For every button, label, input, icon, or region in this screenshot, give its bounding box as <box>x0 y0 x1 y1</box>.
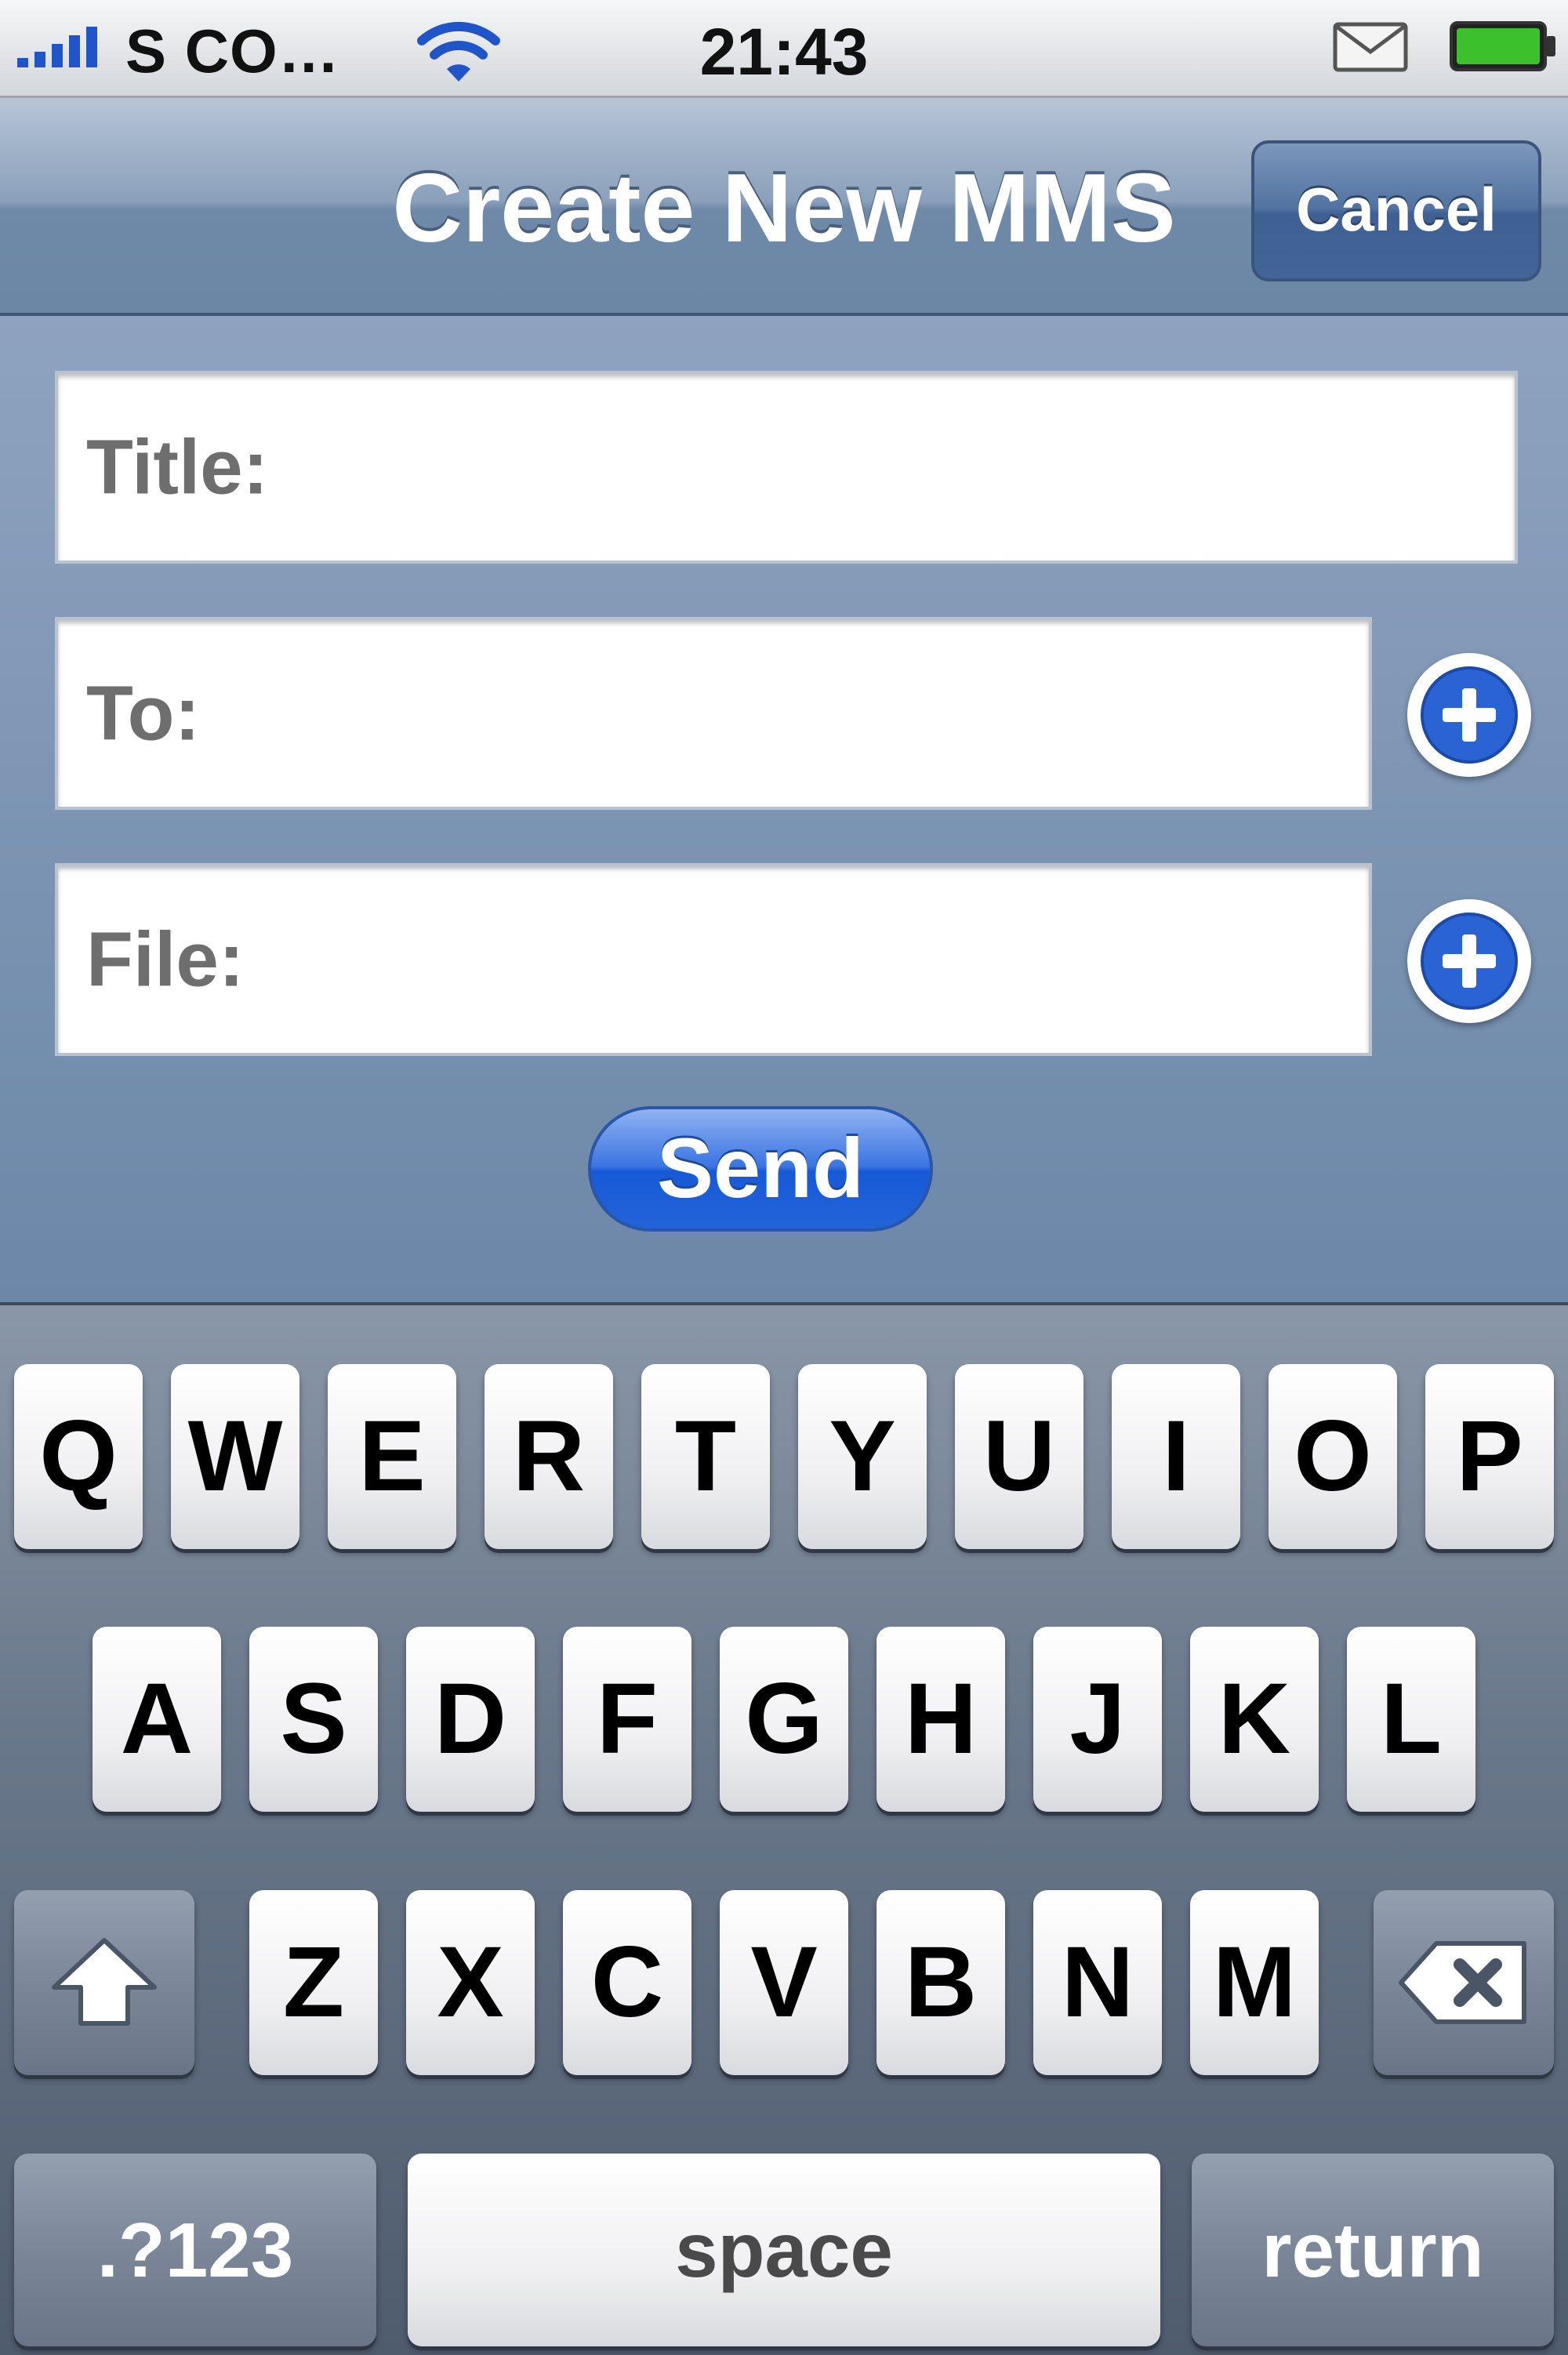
to-field[interactable]: To: <box>55 617 1372 810</box>
key-y[interactable]: Y <box>798 1364 927 1549</box>
compose-form: Title: To: File: Send <box>0 316 1568 1302</box>
key-b[interactable]: B <box>877 1890 1005 2075</box>
key-p[interactable]: P <box>1425 1364 1554 1549</box>
key-x[interactable]: X <box>406 1890 535 2075</box>
key-l[interactable]: L <box>1347 1627 1475 1812</box>
key-a[interactable]: A <box>93 1627 221 1812</box>
backspace-key[interactable] <box>1374 1890 1554 2075</box>
file-field[interactable]: File: <box>55 863 1372 1056</box>
return-key[interactable]: return <box>1192 2154 1554 2346</box>
numbers-key[interactable]: .?123 <box>14 2154 376 2346</box>
key-e[interactable]: E <box>328 1364 456 1549</box>
shift-key[interactable] <box>14 1890 194 2075</box>
key-k[interactable]: K <box>1190 1627 1319 1812</box>
plus-circle-icon <box>1413 905 1526 1018</box>
key-u[interactable]: U <box>955 1364 1083 1549</box>
key-h[interactable]: H <box>877 1627 1005 1812</box>
key-z[interactable]: Z <box>249 1890 378 2075</box>
status-bar: S CO… 21:43 <box>0 0 1568 98</box>
key-f[interactable]: F <box>563 1627 691 1812</box>
key-q[interactable]: Q <box>14 1364 143 1549</box>
shift-arrow-icon <box>52 1938 157 2026</box>
add-file-button[interactable] <box>1407 899 1531 1023</box>
key-o[interactable]: O <box>1269 1364 1397 1549</box>
key-s[interactable]: S <box>249 1627 378 1812</box>
key-v[interactable]: V <box>720 1890 848 2075</box>
key-w[interactable]: W <box>171 1364 299 1549</box>
mail-icon <box>1333 22 1408 72</box>
key-g[interactable]: G <box>720 1627 848 1812</box>
battery-icon <box>1450 21 1555 71</box>
key-d[interactable]: D <box>406 1627 535 1812</box>
key-i[interactable]: I <box>1112 1364 1240 1549</box>
backspace-icon <box>1399 1941 1526 2024</box>
file-field-label: File: <box>86 916 245 1003</box>
send-button[interactable]: Send <box>588 1106 933 1232</box>
key-t[interactable]: T <box>641 1364 770 1549</box>
space-key[interactable]: space <box>408 2154 1160 2346</box>
add-recipient-button[interactable] <box>1407 653 1531 777</box>
key-c[interactable]: C <box>563 1890 691 2075</box>
plus-circle-icon <box>1413 659 1526 771</box>
key-m[interactable]: M <box>1190 1890 1319 2075</box>
key-r[interactable]: R <box>485 1364 613 1549</box>
cancel-button[interactable]: Cancel <box>1251 140 1541 281</box>
keyboard: Q W E R T Y U I O P A S D F G H J K L Z … <box>0 1302 1568 2355</box>
title-field-label: Title: <box>86 423 269 510</box>
navigation-bar: Create New MMS Cancel <box>0 98 1568 316</box>
key-n[interactable]: N <box>1033 1890 1162 2075</box>
mms-compose-screen: S CO… 21:43 Create New MMS Cancel Title:… <box>0 0 1568 2355</box>
key-j[interactable]: J <box>1033 1627 1162 1812</box>
to-field-label: To: <box>86 669 201 757</box>
title-field[interactable]: Title: <box>55 371 1518 564</box>
